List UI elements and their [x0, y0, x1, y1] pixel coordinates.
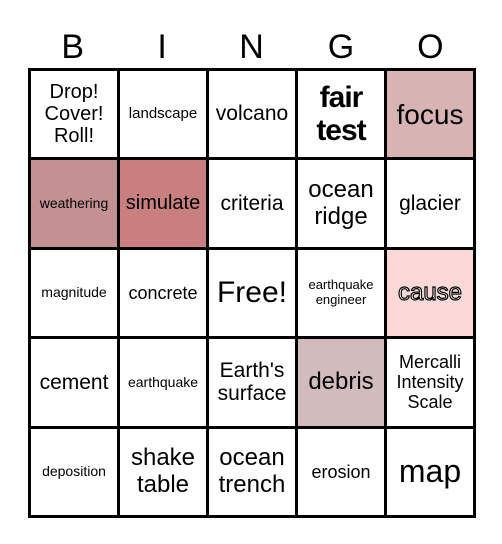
cell-label: cause: [397, 278, 463, 306]
bingo-cell[interactable]: debris: [298, 339, 384, 426]
cell-label: cement: [39, 370, 109, 394]
bingo-cell[interactable]: erosion: [298, 428, 384, 515]
bingo-cell[interactable]: focus: [387, 71, 473, 158]
cell-label: ocean trench: [218, 443, 286, 498]
cell-label: criteria: [220, 191, 284, 215]
cell-label: ocean ridge: [308, 175, 374, 230]
bingo-cell[interactable]: map: [387, 428, 473, 515]
bingo-cell[interactable]: cause: [387, 249, 473, 337]
cell-label: volcano: [215, 102, 289, 126]
header-letter-o: O: [417, 28, 444, 66]
cell-label: earthquake: [127, 373, 199, 390]
bingo-cell[interactable]: ocean trench: [209, 428, 295, 515]
cell-label: debris: [308, 367, 374, 395]
bingo-cell[interactable]: Free!: [209, 249, 295, 337]
bingo-cell[interactable]: cement: [31, 339, 117, 426]
cell-label: fair test: [316, 81, 366, 148]
bingo-cell[interactable]: Earth's surface: [209, 339, 295, 426]
cell-label: erosion: [311, 461, 371, 482]
cell-label: Drop! Cover! Roll!: [44, 80, 104, 148]
bingo-header: B I N G O: [28, 26, 475, 68]
bingo-cell[interactable]: volcano: [209, 71, 295, 158]
cell-label: shake table: [130, 443, 196, 498]
cell-label: simulate: [125, 192, 201, 215]
cell-label: earthquake engineer: [308, 277, 374, 307]
bingo-cell[interactable]: weathering: [31, 160, 117, 247]
bingo-cell[interactable]: criteria: [209, 160, 295, 247]
cell-label: glacier: [399, 191, 461, 215]
header-letter-b: B: [61, 28, 85, 66]
bingo-cell[interactable]: Mercalli Intensity Scale: [387, 339, 473, 426]
cell-label: map: [398, 452, 462, 489]
cell-label: magnitude: [41, 284, 107, 301]
bingo-cell[interactable]: concrete: [120, 249, 206, 337]
cell-label: weathering: [39, 194, 109, 211]
cell-label: focus: [396, 98, 464, 130]
cell-label: landscape: [128, 104, 198, 122]
bingo-cell[interactable]: earthquake: [120, 339, 206, 426]
cell-label: Mercalli Intensity Scale: [396, 352, 464, 413]
bingo-cell[interactable]: earthquake engineer: [298, 249, 384, 337]
cell-label: deposition: [42, 462, 106, 479]
header-letter-i: I: [157, 28, 167, 66]
bingo-cell[interactable]: magnitude: [31, 249, 117, 337]
bingo-cell[interactable]: glacier: [387, 160, 473, 247]
bingo-cell[interactable]: shake table: [120, 428, 206, 515]
cell-label: Earth's surface: [217, 358, 287, 406]
header-letter-n: N: [239, 28, 264, 66]
cell-label: concrete: [128, 282, 198, 303]
bingo-card-grid: Drop! Cover! Roll! landscape volcano fai…: [28, 68, 476, 518]
bingo-cell[interactable]: fair test: [298, 71, 384, 158]
bingo-cell[interactable]: ocean ridge: [298, 160, 384, 247]
cell-label: Free!: [216, 276, 288, 310]
bingo-cell[interactable]: Drop! Cover! Roll!: [31, 71, 117, 158]
bingo-cell[interactable]: landscape: [120, 71, 206, 158]
bingo-cell[interactable]: simulate: [120, 160, 206, 247]
header-letter-g: G: [327, 28, 355, 66]
bingo-cell[interactable]: deposition: [31, 428, 117, 515]
